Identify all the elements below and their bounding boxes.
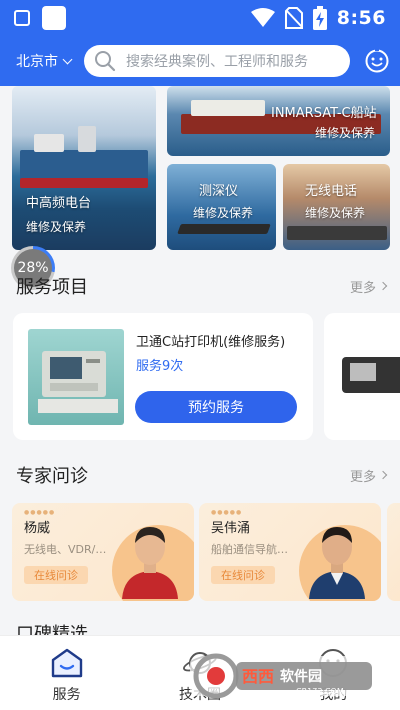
message-icon[interactable] bbox=[364, 48, 390, 74]
service-name: 卫通C站打印机(维修服务) bbox=[136, 335, 286, 350]
services-more-link[interactable]: 更多 bbox=[349, 277, 388, 296]
banner-tile-radio-phone-sub: 维修及保养 bbox=[305, 206, 366, 220]
expert-card[interactable]: ●●●●● 杨威 无线电、VDR/… 在线问诊 bbox=[12, 503, 194, 601]
banner-tile-echo-sounder[interactable]: 测深仪 维修及保养 bbox=[167, 164, 276, 250]
status-bar: 8:56 bbox=[0, 0, 400, 36]
expert-name: 吴伟涌 bbox=[211, 521, 251, 536]
battery-charging-icon bbox=[312, 6, 327, 30]
experts-more-label: 更多 bbox=[349, 469, 376, 485]
experts-header: 专家问诊 更多 bbox=[0, 460, 400, 490]
chevron-right-icon bbox=[378, 470, 388, 480]
app-notification-icon bbox=[42, 6, 66, 30]
search-bar[interactable]: 搜索经典案例、工程师和服务 bbox=[84, 45, 350, 77]
online-consult-badge[interactable]: 在线问诊 bbox=[24, 566, 88, 584]
expert-tags: 船舶通信导航… bbox=[211, 543, 288, 556]
svg-text:西西: 西西 bbox=[242, 667, 274, 686]
printer-image bbox=[28, 329, 124, 425]
services-title: 服务项目 bbox=[16, 277, 88, 298]
banner-tile-radio-phone[interactable]: 无线电话 维修及保养 bbox=[283, 164, 390, 250]
svg-text:CR173.COM: CR173.COM bbox=[296, 687, 344, 696]
experts-title: 专家问诊 bbox=[16, 466, 88, 487]
svg-text:软件园: 软件园 bbox=[280, 668, 322, 685]
service-card-partial[interactable] bbox=[324, 313, 400, 440]
services-header: 服务项目 更多 bbox=[0, 271, 400, 301]
expert-card-partial[interactable] bbox=[387, 503, 400, 601]
chevron-right-icon bbox=[378, 281, 388, 291]
no-sim-icon bbox=[284, 7, 303, 29]
banner-tile-inmarsat-title: INMARSAT-C船站 bbox=[271, 106, 377, 121]
expert-tags: 无线电、VDR/… bbox=[24, 543, 107, 556]
city-label: 北京市 bbox=[16, 54, 58, 70]
search-placeholder: 搜索经典案例、工程师和服务 bbox=[126, 54, 308, 70]
city-selector[interactable]: 北京市 bbox=[16, 51, 84, 71]
expert-avatar bbox=[309, 527, 365, 599]
expert-avatar bbox=[122, 527, 178, 599]
experts-more-link[interactable]: 更多 bbox=[349, 466, 388, 485]
nav-label-services: 服务 bbox=[52, 687, 81, 703]
service-card[interactable]: 卫通C站打印机(维修服务) 服务9次 预约服务 bbox=[13, 313, 313, 440]
services-more-label: 更多 bbox=[349, 280, 376, 296]
chevron-down-icon bbox=[62, 54, 73, 64]
book-service-button[interactable]: 预约服务 bbox=[135, 391, 297, 423]
banner-tile-hf-radio-title: 中高频电台 bbox=[26, 196, 92, 211]
home-smile-icon bbox=[51, 648, 82, 678]
watermark: 西西 软件园 CR173.COM bbox=[188, 650, 382, 702]
online-consult-badge[interactable]: 在线问诊 bbox=[211, 566, 275, 584]
clock: 8:56 bbox=[336, 7, 386, 29]
banner-tile-echo-sounder-sub: 维修及保养 bbox=[193, 206, 254, 220]
search-icon bbox=[95, 51, 116, 72]
expert-card[interactable]: ●●●●● 吴伟涌 船舶通信导航… 在线问诊 bbox=[199, 503, 381, 601]
nav-item-services[interactable]: 服务 bbox=[0, 636, 133, 710]
device-image bbox=[342, 357, 400, 393]
banner-tile-radio-phone-title: 无线电话 bbox=[305, 184, 358, 199]
word-of-mouth-title: 口碑精选 bbox=[16, 624, 88, 635]
wifi-icon bbox=[250, 8, 275, 27]
rating-dots: ●●●●● bbox=[24, 509, 56, 516]
banner-tile-hf-radio-sub: 维修及保养 bbox=[26, 220, 87, 234]
notification-icon bbox=[14, 10, 30, 26]
banner-tile-inmarsat[interactable]: INMARSAT-C船站 维修及保养 bbox=[167, 86, 390, 156]
banner-tile-hf-radio[interactable]: 中高频电台 维修及保养 bbox=[12, 86, 156, 250]
service-count: 服务9次 bbox=[136, 359, 184, 374]
rating-dots: ●●●●● bbox=[211, 509, 243, 516]
banner-tile-inmarsat-sub: 维修及保养 bbox=[315, 126, 376, 140]
expert-name: 杨威 bbox=[24, 521, 51, 536]
top-header: 北京市 搜索经典案例、工程师和服务 bbox=[0, 36, 400, 86]
banner-tile-echo-sounder-title: 测深仪 bbox=[199, 184, 239, 199]
category-banner: 中高频电台 维修及保养 INMARSAT-C船站 维修及保养 测深仪 维修及保养… bbox=[0, 86, 400, 254]
